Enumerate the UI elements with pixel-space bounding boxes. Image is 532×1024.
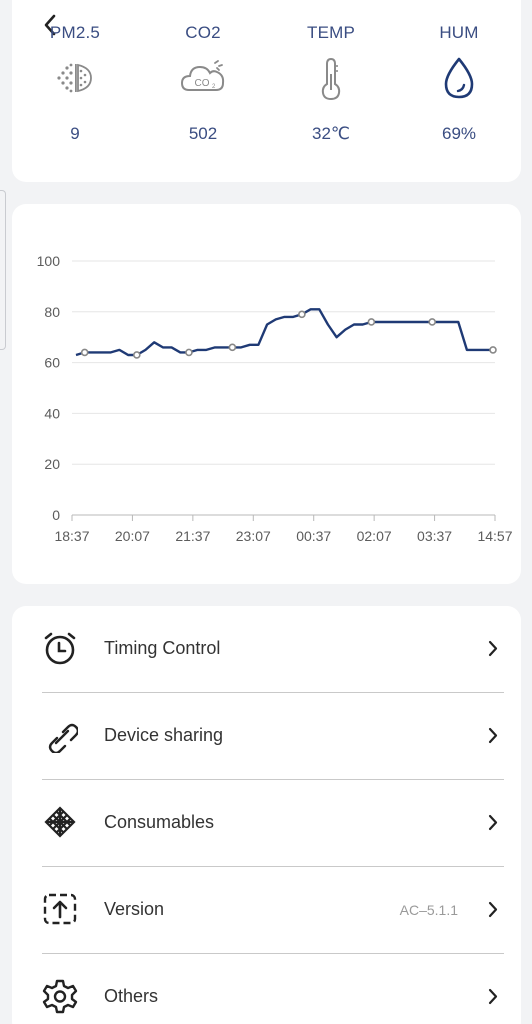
y-tick-label: 20: [44, 456, 60, 472]
data-point[interactable]: [133, 351, 141, 359]
metric-value: 32℃: [311, 124, 350, 143]
chevron-right-icon: [488, 640, 498, 657]
menu-item-value: AC–5.1.1: [399, 902, 458, 918]
series-line: [75, 308, 493, 357]
menu-consumables[interactable]: Consumables: [42, 780, 504, 867]
menu-item-label: Device sharing: [104, 725, 224, 745]
metric-temp: TEMP 32℃: [276, 22, 386, 144]
data-point[interactable]: [428, 318, 436, 326]
gear-icon: [42, 979, 78, 1014]
x-tick-label: 23:07: [236, 528, 271, 544]
pm25-icon: [57, 63, 92, 93]
alarm-clock-icon: [44, 632, 76, 665]
filter-mesh-icon: [44, 806, 76, 838]
metric-co2: CO2 CO 2 502: [148, 22, 258, 144]
water-drop-icon: [444, 57, 474, 99]
data-point[interactable]: [298, 310, 306, 319]
menu-item-label: Others: [104, 986, 159, 1006]
y-tick-label: 40: [44, 405, 60, 421]
side-drawer-handle[interactable]: [0, 190, 6, 350]
history-line-chart[interactable]: 0 20 40 60 80 100 18:37 20:07 21:37 23:07 00:37 02:…: [12, 204, 521, 584]
metric-value: 9: [70, 124, 80, 143]
settings-menu-card: Timing Control Device sharing Consumables V…: [12, 606, 521, 1024]
x-tick-label: 20:07: [115, 528, 150, 544]
metric-label: TEMP: [306, 23, 356, 42]
menu-timing-control[interactable]: Timing Control: [42, 606, 504, 693]
link-icon: [48, 723, 78, 753]
data-point[interactable]: [489, 346, 497, 354]
data-point[interactable]: [367, 318, 376, 326]
sensor-summary-card: PM2.5 9 CO2 CO 2 502 TEMP 32℃ HUM 69%: [12, 0, 521, 182]
x-tick-label: 18:37: [54, 528, 89, 544]
menu-version[interactable]: Version AC–5.1.1: [42, 867, 504, 954]
menu-item-label: Timing Control: [104, 638, 221, 658]
metric-value: 502: [188, 124, 218, 143]
data-point[interactable]: [80, 348, 89, 357]
x-tick-label: 14:57: [477, 528, 512, 544]
metric-label: CO2: [185, 23, 221, 42]
metric-value: 69%: [441, 124, 477, 143]
menu-device-sharing[interactable]: Device sharing: [42, 693, 504, 780]
menu-others[interactable]: Others: [42, 954, 504, 1024]
x-tick-label: 03:37: [417, 528, 452, 544]
x-tick-label: 21:37: [175, 528, 210, 544]
upload-version-icon: [43, 893, 77, 925]
metric-label: HUM: [439, 23, 479, 42]
menu-item-label: Consumables: [104, 812, 215, 832]
y-tick-label: 100: [37, 253, 61, 269]
thermometer-icon: [321, 57, 341, 101]
metric-label: PM2.5: [49, 23, 101, 42]
x-tick-label: 02:07: [357, 528, 392, 544]
chevron-right-icon: [488, 901, 498, 918]
menu-item-label: Version: [104, 899, 165, 919]
history-chart-card: 0 20 40 60 80 100 18:37 20:07 21:37 23:07 00:37 02:…: [12, 204, 521, 584]
data-point[interactable]: [185, 348, 193, 357]
x-tick-label: 00:37: [296, 528, 331, 544]
chevron-right-icon: [488, 814, 498, 831]
svg-text:CO: CO: [195, 78, 210, 89]
y-tick-label: 0: [52, 507, 60, 523]
y-tick-label: 80: [44, 304, 60, 320]
metric-pm25: PM2.5 9: [20, 22, 130, 144]
co2-cloud-icon: CO 2: [180, 60, 225, 91]
y-tick-label: 60: [44, 355, 60, 371]
metric-hum: HUM 69%: [404, 22, 514, 144]
data-point[interactable]: [228, 343, 237, 352]
chevron-right-icon: [488, 727, 498, 744]
chevron-right-icon: [488, 988, 498, 1005]
